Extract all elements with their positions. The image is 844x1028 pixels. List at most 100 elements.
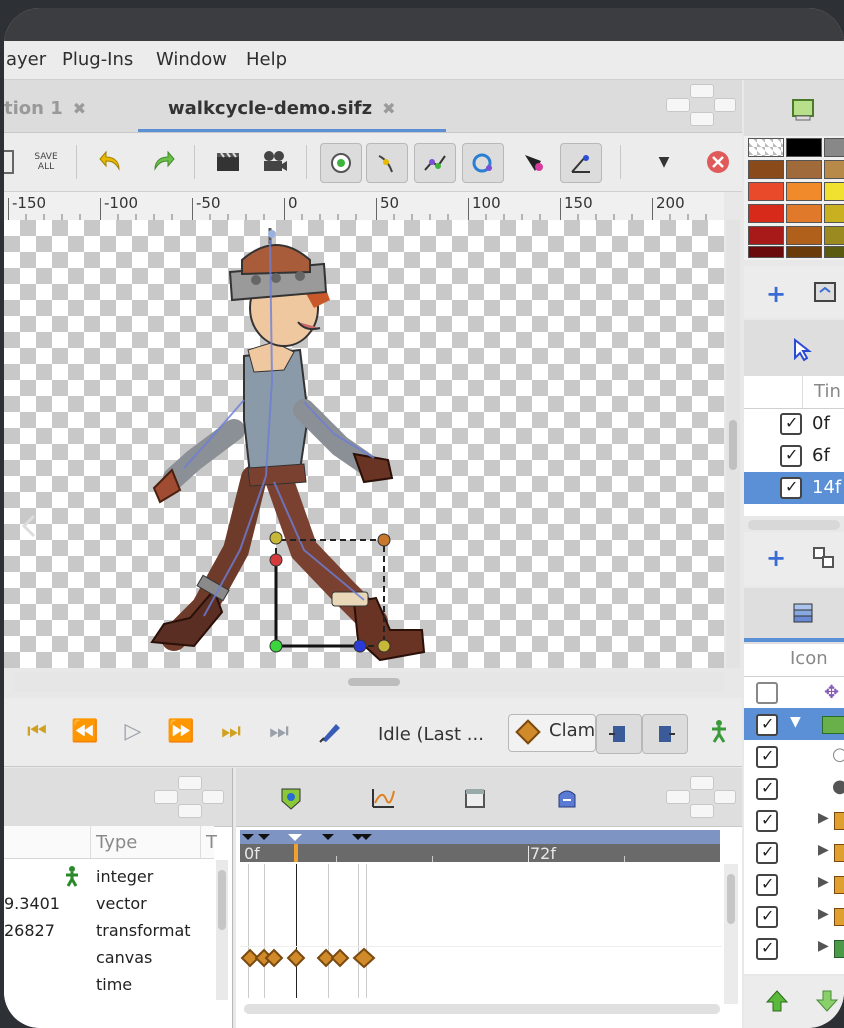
layer-visibility-checkbox[interactable]: ✓ — [756, 714, 778, 736]
palette-swatch[interactable] — [786, 226, 822, 245]
layer-visibility-checkbox[interactable]: ✓ — [756, 810, 778, 832]
keyframes-hscrollbar[interactable] — [748, 520, 840, 530]
layer-visibility-checkbox[interactable] — [756, 682, 778, 704]
expander-icon[interactable]: ▶ — [818, 874, 829, 890]
palette-editor-icon[interactable] — [790, 96, 816, 126]
timetrack-icon[interactable] — [276, 784, 306, 812]
palette-swatch[interactable] — [748, 182, 784, 201]
timetrack-scrollbar[interactable] — [724, 864, 738, 1004]
keyframe-active-checkbox[interactable]: ✓ — [780, 445, 802, 467]
animation-mode-icon[interactable] — [312, 714, 346, 748]
upper-bound-icon[interactable] — [642, 714, 688, 754]
timetrack-hscrollbar[interactable] — [244, 1004, 720, 1014]
seek-end-icon[interactable]: ⏭ — [214, 714, 248, 748]
icon-column-header[interactable]: Icon — [790, 648, 828, 669]
show-bone-handles-icon[interactable] — [514, 143, 554, 181]
graphs-icon[interactable] — [368, 784, 398, 812]
layer-visibility-checkbox[interactable]: ✓ — [756, 842, 778, 864]
add-keyframe-icon[interactable]: + — [766, 544, 786, 572]
param-row[interactable]: canvas — [4, 945, 216, 972]
raise-layer-icon[interactable] — [764, 988, 790, 1018]
seek-next-keyframe-icon[interactable]: ⏩ — [164, 714, 198, 748]
seek-prev-keyframe-icon[interactable]: ⏪ — [68, 714, 102, 748]
redo-icon[interactable] — [142, 143, 182, 181]
layer-row[interactable]: ✥ — [744, 676, 844, 708]
param-row[interactable]: integer — [4, 864, 216, 891]
layer-row[interactable]: ✓ ▶ — [744, 804, 844, 836]
dock-handle-icon[interactable] — [154, 776, 224, 818]
play-icon[interactable]: ▷ — [116, 714, 150, 748]
palette-swatch[interactable] — [748, 246, 784, 258]
dock-handle-icon[interactable] — [666, 776, 736, 818]
menu-layer[interactable]: ayer — [6, 49, 46, 70]
lower-bound-icon[interactable] — [596, 714, 642, 754]
jump-end-icon[interactable]: ⏭ — [262, 714, 296, 748]
palette-swatch[interactable] — [786, 246, 822, 258]
keyframe-row[interactable]: ✓ 14f — [744, 472, 844, 504]
palette-swatch[interactable] — [748, 160, 784, 179]
menu-help[interactable]: Help — [246, 49, 287, 70]
show-position-handles-icon[interactable] — [320, 143, 362, 183]
palette-swatch[interactable] — [786, 138, 822, 157]
canvas-horizontal-scrollbar[interactable] — [14, 672, 724, 692]
save-all-button[interactable]: SAVE ALL — [26, 143, 66, 181]
time-cursor[interactable] — [294, 844, 298, 862]
param-row[interactable]: 26827 transformat — [4, 918, 216, 945]
keyframe-active-checkbox[interactable]: ✓ — [780, 413, 802, 435]
tab-walkcycle-demo[interactable]: walkcycle-demo.sifz ✖ — [168, 98, 396, 119]
palette-swatch[interactable] — [824, 204, 844, 223]
time-column-header[interactable]: Tin — [814, 381, 841, 402]
palette-swatch[interactable] — [824, 226, 844, 245]
menu-plugins[interactable]: Plug-Ins — [62, 49, 133, 70]
palette-swatch[interactable] — [824, 138, 844, 157]
expander-icon[interactable]: ▶ — [818, 842, 829, 858]
layer-visibility-checkbox[interactable]: ✓ — [756, 938, 778, 960]
layer-row[interactable]: ✓ ▶ — [744, 900, 844, 932]
layer-row[interactable]: ✓ ▶ — [744, 932, 844, 964]
palette-swatch[interactable] — [786, 160, 822, 179]
params-scrollbar[interactable] — [216, 860, 228, 1000]
show-tangent-handles-icon[interactable] — [366, 143, 408, 183]
palette-swatch[interactable] — [824, 246, 844, 258]
layer-visibility-checkbox[interactable]: ✓ — [756, 746, 778, 768]
expander-icon[interactable]: ▶ — [818, 906, 829, 922]
tab-composition-1[interactable]: tion 1 ✖ — [4, 98, 86, 119]
timebar[interactable]: 0f 72f — [240, 830, 720, 863]
library-icon[interactable] — [552, 784, 582, 812]
layer-visibility-checkbox[interactable]: ✓ — [756, 906, 778, 928]
type-column-header[interactable]: Type — [96, 832, 137, 853]
keyframe-row[interactable]: ✓ 0f — [744, 408, 844, 440]
interpolation-dropdown[interactable]: Clam — [508, 714, 596, 752]
duplicate-keyframe-icon[interactable] — [812, 546, 836, 574]
param-row[interactable]: time — [4, 972, 216, 999]
lower-layer-icon[interactable] — [814, 988, 840, 1018]
time-column-header[interactable]: T — [206, 832, 217, 853]
undo-icon[interactable] — [92, 143, 132, 181]
dock-handle-icon[interactable] — [666, 84, 736, 126]
param-row[interactable]: 9.3401 vector — [4, 891, 216, 918]
palette-swatch[interactable] — [748, 204, 784, 223]
canvas-vertical-scrollbar[interactable] — [726, 220, 740, 668]
open-palette-icon[interactable] — [812, 280, 838, 308]
palette-swatch[interactable] — [786, 204, 822, 223]
add-icon[interactable]: + — [766, 280, 786, 308]
layers-icon[interactable] — [790, 602, 816, 632]
palette-swatch[interactable] — [824, 182, 844, 201]
palette-swatch[interactable] — [748, 138, 784, 157]
layer-row[interactable]: ✓ ▶ — [744, 836, 844, 868]
layer-row[interactable]: ✓ ▼ — [744, 708, 844, 740]
layer-row[interactable]: ✓ ○ — [744, 740, 844, 772]
expander-icon[interactable]: ▶ — [818, 810, 829, 826]
chevron-down-icon[interactable]: ▼ — [644, 143, 684, 181]
show-width-handles-icon[interactable] — [414, 143, 456, 183]
cursor-arrow-icon[interactable] — [792, 337, 812, 366]
show-angle-handles-icon[interactable] — [560, 143, 602, 183]
expander-icon[interactable]: ▶ — [818, 938, 829, 954]
canvas-browser-icon[interactable] — [460, 784, 490, 812]
palette-swatch[interactable] — [824, 160, 844, 179]
render-icon[interactable] — [208, 143, 248, 181]
animation-mode-toggle-icon[interactable] — [702, 714, 736, 748]
close-canvas-icon[interactable] — [698, 143, 738, 181]
show-radius-handles-icon[interactable] — [462, 143, 504, 183]
layer-visibility-checkbox[interactable]: ✓ — [756, 874, 778, 896]
